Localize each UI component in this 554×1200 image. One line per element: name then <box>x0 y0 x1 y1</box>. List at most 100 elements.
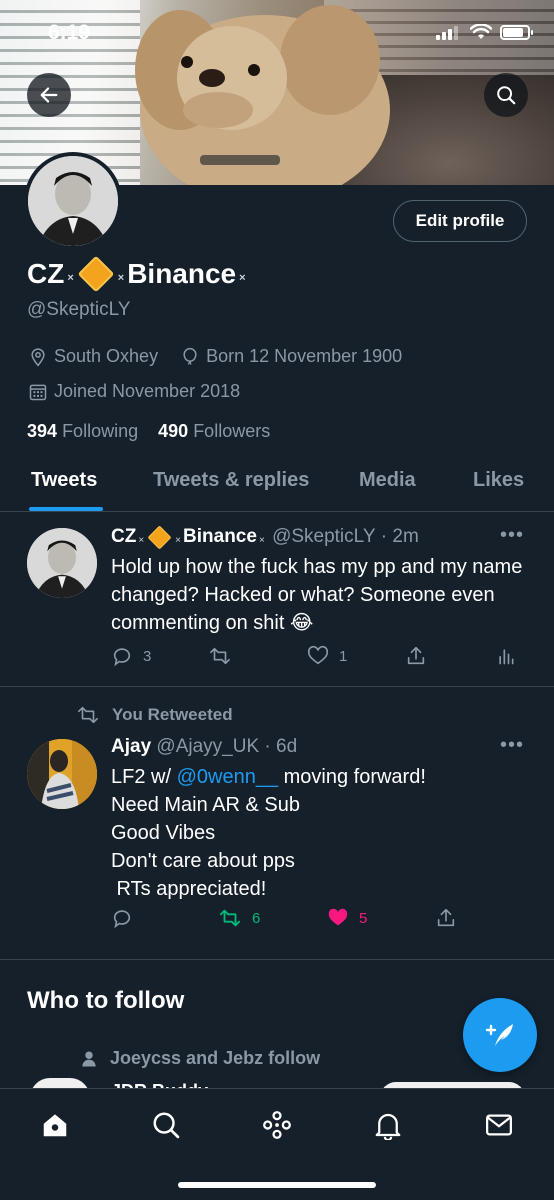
reply-button[interactable] <box>111 907 133 929</box>
tweet-text-line: Good Vibes <box>111 822 216 844</box>
spaces-icon <box>263 1111 291 1139</box>
reply-count: 3 <box>143 647 152 665</box>
name-separator: × <box>117 272 125 284</box>
profile-location: South Oxhey <box>54 346 159 366</box>
tweet-header: CZ × × Binance × @SkepticLY · 2m <box>111 524 419 550</box>
heart-filled-icon <box>328 908 348 926</box>
profile-avatar[interactable] <box>24 152 122 250</box>
profile-display-name: CZ × × Binance × <box>27 255 249 293</box>
bell-icon <box>375 1113 401 1140</box>
back-button[interactable] <box>27 73 71 117</box>
profile-avatar-image <box>28 156 118 246</box>
like-button[interactable]: 1 <box>307 645 347 667</box>
profile-name-part1: CZ <box>27 258 65 289</box>
following-link[interactable]: 394 Following <box>27 421 138 441</box>
name-separator: × <box>67 272 74 284</box>
status-bar: 6:19 <box>0 18 554 48</box>
tweet-header: Ajay @Ajayy_UK · 6d <box>111 736 297 758</box>
profile-meta-row: South Oxhey Born 12 November 1900 <box>28 346 402 367</box>
tweet-avatar[interactable] <box>27 528 97 598</box>
tweet-text-line: LF2 w/ @0wenn__ moving forward! <box>111 763 531 791</box>
battery-icon <box>500 24 533 40</box>
tweet-text-line: Don't care about pps <box>111 850 295 872</box>
tweet-avatar[interactable] <box>27 739 97 809</box>
compose-tweet-button[interactable] <box>463 998 537 1072</box>
tweet-author-part1[interactable]: CZ <box>111 526 136 548</box>
who-to-follow-subtitle: Joeycss and Jebz follow <box>110 1048 321 1068</box>
wifi-icon <box>470 24 492 39</box>
tweet-time: · 2m <box>380 526 419 547</box>
tweet-text-segment: moving forward! <box>278 766 426 788</box>
home-icon <box>43 1114 67 1137</box>
tweet-time: · 6d <box>264 736 298 757</box>
tweet-mention-link[interactable]: @0wenn__ <box>177 766 278 788</box>
reply-button[interactable]: 3 <box>111 645 151 667</box>
follow-stats: 394 Following 490 Followers <box>27 421 270 442</box>
tweet-more-icon[interactable]: ••• <box>500 734 524 757</box>
like-count: 1 <box>339 647 348 665</box>
retweet-button[interactable] <box>208 645 232 667</box>
nav-notifications[interactable] <box>370 1107 406 1143</box>
tweet-author[interactable]: Ajay <box>111 736 151 758</box>
tweet-text-line: Need Main AR & Sub <box>111 794 300 816</box>
tab-likes[interactable]: Likes <box>473 469 524 492</box>
nav-spaces[interactable] <box>259 1107 295 1143</box>
like-count: 5 <box>359 909 368 927</box>
tab-tweets[interactable]: Tweets <box>31 469 97 492</box>
status-time: 6:19 <box>48 21 91 44</box>
share-button[interactable] <box>405 645 427 667</box>
tweet-avatar-image <box>27 739 97 809</box>
profile-name-part2: Binance <box>127 258 237 289</box>
suggested-user-name[interactable]: JDR Buddy <box>111 1080 311 1088</box>
tweet-text: Hold up how the fuck has my pp and my na… <box>111 556 523 634</box>
profile-handle: @SkepticLY <box>27 299 131 320</box>
profile-joined: Joined November 2018 <box>54 381 241 401</box>
tweet-text-line: RTs appreciated! <box>111 878 267 900</box>
binance-diamond-icon <box>77 255 115 293</box>
retweet-button[interactable]: 6 <box>218 907 260 929</box>
who-to-follow-context: Joeycss and Jebz follow <box>80 1048 320 1069</box>
calendar-icon <box>29 384 47 400</box>
retweet-icon <box>219 909 241 927</box>
tab-media[interactable]: Media <box>359 469 416 492</box>
followers-link[interactable]: 490 Followers <box>158 421 270 441</box>
analytics-button[interactable] <box>496 645 516 667</box>
home-indicator[interactable] <box>178 1182 376 1188</box>
heart-icon <box>307 645 329 665</box>
balloon-icon <box>183 347 197 365</box>
share-icon <box>407 646 425 665</box>
tweet[interactable]: You Retweeted Ajay @Ajayy_UK · 6d ••• LF… <box>0 687 554 960</box>
cellular-signal-icon <box>436 24 462 40</box>
location-pin-icon <box>31 347 45 366</box>
tweet-avatar-image <box>27 528 97 598</box>
share-button[interactable] <box>435 907 457 929</box>
nav-messages[interactable] <box>481 1107 517 1143</box>
search-icon <box>153 1112 180 1139</box>
profile-born: Born 12 November 1900 <box>206 346 403 366</box>
arrow-left-icon <box>40 87 58 103</box>
following-label: Following <box>62 421 139 441</box>
tweet-more-icon[interactable]: ••• <box>500 524 524 547</box>
nav-home[interactable] <box>37 1107 73 1143</box>
nav-explore[interactable] <box>148 1107 184 1143</box>
like-button[interactable]: 5 <box>327 907 367 929</box>
search-icon <box>497 86 516 105</box>
tweet-actions: 6 5 <box>111 907 521 933</box>
name-separator: × <box>258 534 265 546</box>
who-to-follow-title: Who to follow <box>27 987 185 1014</box>
binance-diamond-icon <box>147 524 172 550</box>
tab-tweets-replies[interactable]: Tweets & replies <box>153 469 309 492</box>
profile-joined-row: Joined November 2018 <box>28 381 240 402</box>
reply-icon <box>113 648 131 667</box>
retweet-icon <box>210 647 230 665</box>
active-tab-indicator <box>29 507 103 511</box>
reply-icon <box>113 910 131 929</box>
search-button[interactable] <box>484 73 528 117</box>
share-icon <box>437 908 455 927</box>
tweet-author-part2[interactable]: Binance <box>183 526 257 548</box>
tweet[interactable]: CZ × × Binance × @SkepticLY · 2m ••• Hol… <box>0 512 554 687</box>
retweet-count: 6 <box>252 909 261 927</box>
followers-count: 490 <box>158 421 189 441</box>
edit-profile-button[interactable]: Edit profile <box>393 200 527 242</box>
following-count: 394 <box>27 421 58 441</box>
